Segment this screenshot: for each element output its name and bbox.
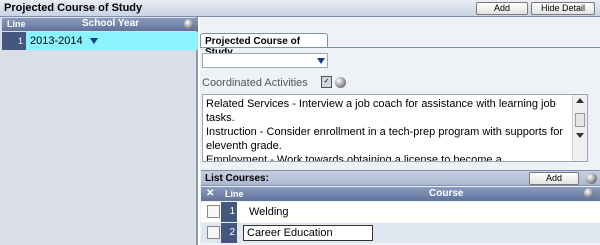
add-button[interactable]: Add <box>476 2 528 15</box>
left-row-line: 1 <box>2 32 26 50</box>
col-line-header: Line <box>225 189 244 199</box>
hide-detail-button[interactable]: Hide Detail <box>531 2 595 15</box>
coordinated-activities-text[interactable]: Related Services - Interview a job coach… <box>202 94 588 162</box>
course-grid-header: ✕ Line Course <box>201 187 600 201</box>
course-row[interactable]: 1 Welding <box>201 202 600 222</box>
coordinated-activities-content: Related Services - Interview a job coach… <box>206 98 564 162</box>
tab-projected-course-of-study[interactable]: Projected Course of Study <box>200 33 328 58</box>
school-year-grid-header: Line School Year <box>2 18 198 31</box>
row-checkbox[interactable] <box>207 205 220 218</box>
course-name-input[interactable]: Career Education <box>243 225 373 241</box>
window-title: Projected Course of Study <box>4 2 143 14</box>
chevron-down-icon[interactable] <box>317 58 325 64</box>
tab-divider <box>200 47 600 48</box>
course-name[interactable]: Welding <box>249 202 289 222</box>
activity-dropdown[interactable] <box>202 53 328 68</box>
course-line: 2 <box>221 223 237 243</box>
scroll-up-icon[interactable] <box>576 98 584 103</box>
col-course-header[interactable]: Course <box>429 188 463 199</box>
scroll-thumb[interactable] <box>575 113 585 127</box>
options-icon[interactable] <box>335 77 346 88</box>
add-course-button[interactable]: Add <box>529 172 579 185</box>
chevron-down-icon[interactable] <box>90 38 98 44</box>
delete-column-icon[interactable]: ✕ <box>206 188 214 199</box>
options-icon[interactable] <box>586 173 597 184</box>
coordinated-activities-label: Coordinated Activities <box>202 77 308 89</box>
course-name[interactable]: Career Education <box>247 227 333 239</box>
course-row[interactable]: 2 Career Education <box>201 223 600 243</box>
scroll-down-icon[interactable] <box>576 133 584 138</box>
row-checkbox[interactable] <box>207 226 220 239</box>
col-school-year-header[interactable]: School Year <box>82 18 139 29</box>
list-courses-label: List Courses: <box>205 173 269 184</box>
spell-check-icon[interactable]: ✓ <box>321 76 332 88</box>
col-line-header: Line <box>7 19 26 29</box>
list-courses-header: List Courses: Add <box>201 170 600 186</box>
column-options-icon[interactable] <box>584 188 594 198</box>
course-line: 1 <box>221 202 237 222</box>
school-year-value[interactable]: 2013-2014 <box>30 35 83 47</box>
school-year-pane <box>0 17 198 245</box>
title-bar: Projected Course of Study Add Hide Detai… <box>0 0 600 17</box>
column-options-icon[interactable] <box>184 19 194 29</box>
school-year-row[interactable]: 2013-2014 <box>26 32 198 50</box>
textarea-scrollbar[interactable] <box>572 95 587 161</box>
